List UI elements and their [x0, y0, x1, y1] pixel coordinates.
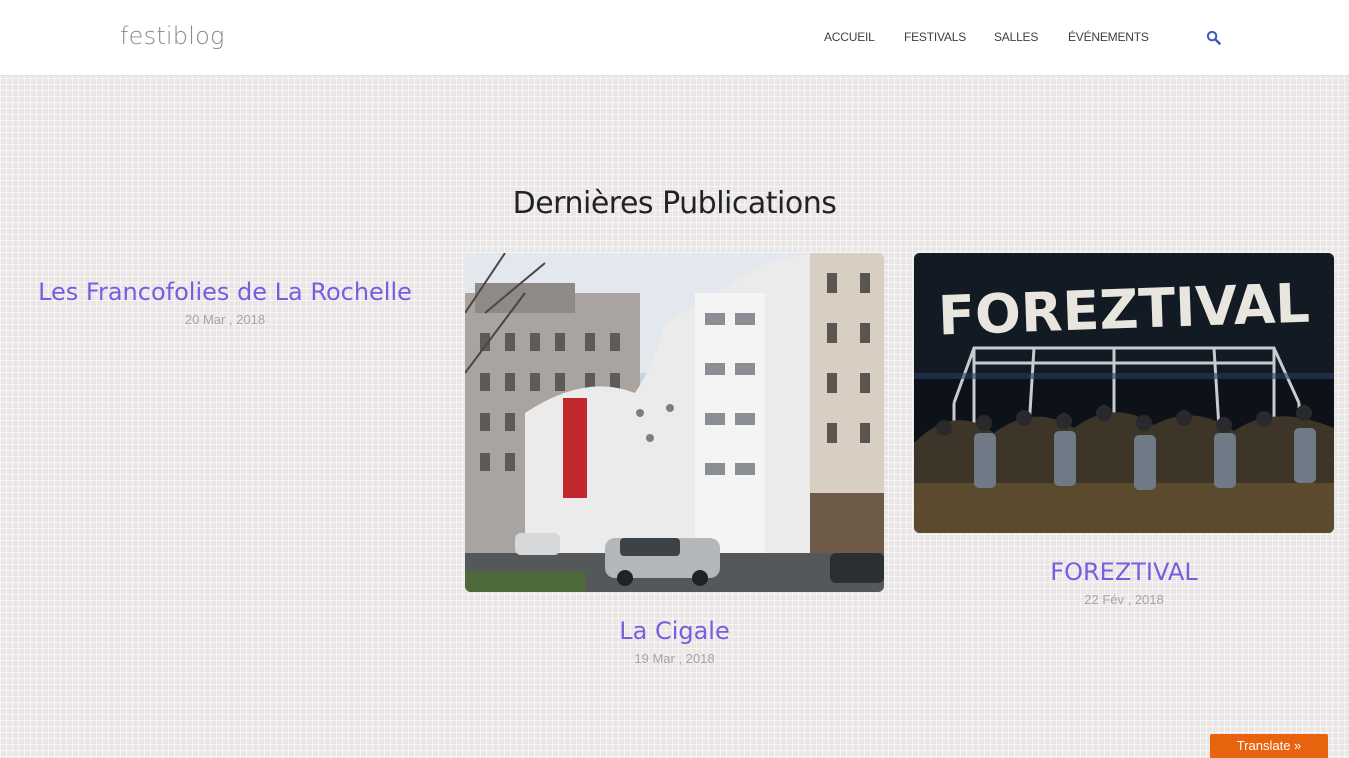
search-icon[interactable] — [1206, 30, 1221, 45]
post-title-la-cigale[interactable]: La Cigale — [465, 617, 884, 645]
festival-stage-photo: FOREZTIVAL — [914, 253, 1334, 533]
post-image-la-cigale[interactable] — [465, 253, 884, 592]
nav-item-salles[interactable]: SALLES — [994, 30, 1038, 44]
post-date: 22 Fév , 2018 — [1084, 592, 1164, 607]
image-letters: FOREZTIVAL — [937, 272, 1311, 348]
post-date: 20 Mar , 2018 — [184, 312, 266, 327]
section-title: Dernières Publications — [512, 186, 837, 221]
top-navbar: festiblog ACCUEIL FESTIVALS SALLES ÉVÉNE… — [0, 0, 1349, 76]
post-title-foreztival[interactable]: FOREZTIVAL — [914, 558, 1334, 586]
building-photo — [465, 253, 884, 592]
post-title-francofolies[interactable]: Les Francofolies de La Rochelle — [20, 278, 430, 306]
site-brand[interactable]: festiblog — [120, 22, 225, 50]
nav-item-evenements[interactable]: ÉVÉNEMENTS — [1068, 30, 1149, 44]
post-date: 19 Mar , 2018 — [634, 651, 715, 666]
post-image-foreztival[interactable]: FOREZTIVAL — [914, 253, 1334, 533]
nav-item-festivals[interactable]: FESTIVALS — [904, 30, 966, 44]
nav-item-accueil[interactable]: ACCUEIL — [824, 30, 875, 44]
translate-button[interactable]: Translate » — [1210, 734, 1328, 758]
